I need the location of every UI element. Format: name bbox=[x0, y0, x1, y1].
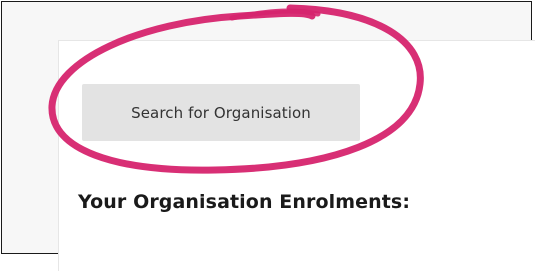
enrolments-heading: Your Organisation Enrolments: bbox=[78, 191, 411, 213]
search-organisation-button[interactable]: Search for Organisation bbox=[82, 84, 360, 141]
content-panel bbox=[58, 40, 535, 271]
